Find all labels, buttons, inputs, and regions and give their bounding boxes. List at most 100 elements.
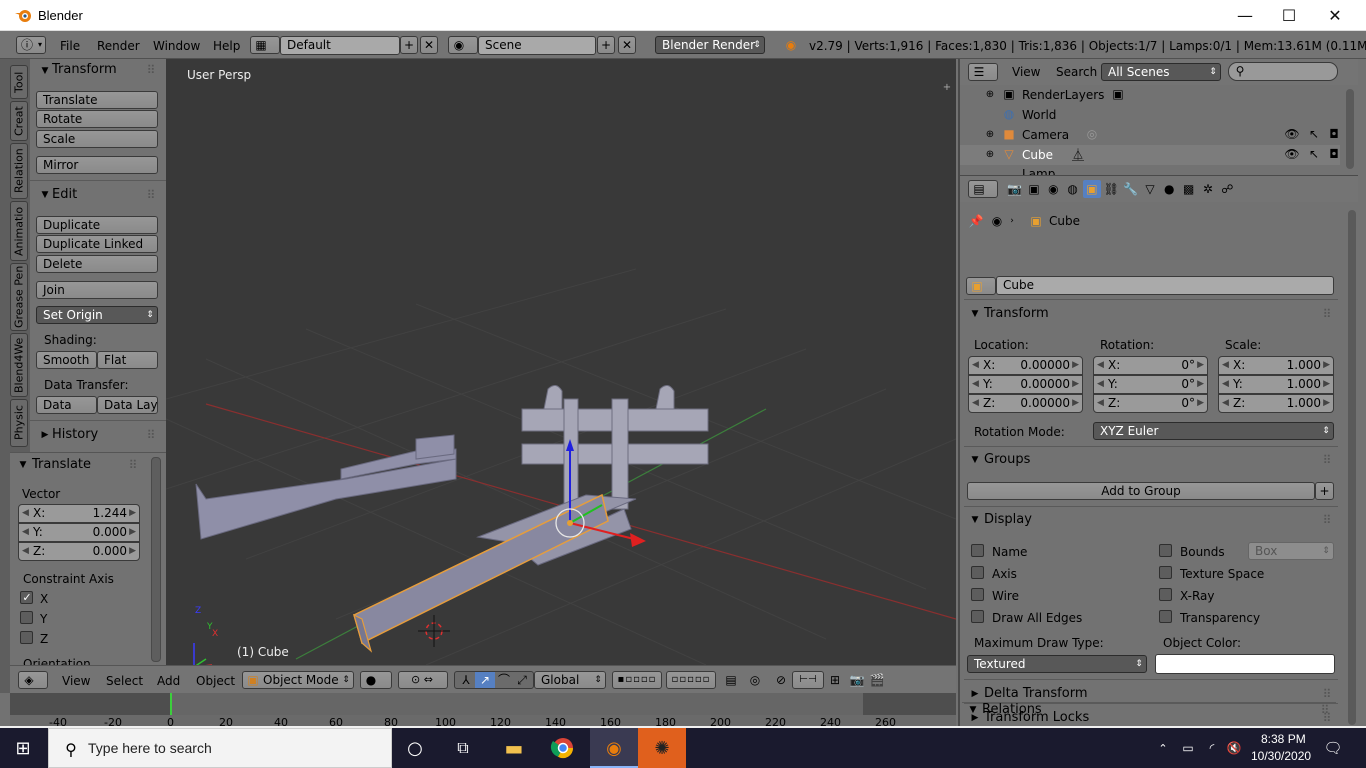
increment-arrow-icon[interactable]: ▶ xyxy=(1197,395,1204,412)
groups-panel-header[interactable]: Groups xyxy=(984,452,1030,467)
display-name-checkbox[interactable] xyxy=(971,544,984,557)
pivot-point-button[interactable]: ⊙ ⇔ xyxy=(398,671,448,689)
add-to-group-button[interactable]: Add to Group xyxy=(967,482,1315,500)
duplicate-button[interactable]: Duplicate xyxy=(36,216,158,234)
add-screen-button[interactable]: + xyxy=(400,36,418,54)
transform-orientation-dropdown[interactable]: Global ⇕ xyxy=(534,671,606,689)
file-explorer-icon[interactable]: ▬ xyxy=(500,736,528,760)
smooth-button[interactable]: Smooth xyxy=(36,351,97,369)
data-layout-button[interactable]: Data Layo xyxy=(97,396,158,414)
drag-handle-icon[interactable]: ⠿ xyxy=(144,63,158,77)
rotation-x-field[interactable]: ◀ X: 0° ▶ xyxy=(1093,356,1208,375)
render-camera-icon[interactable]: 📷 xyxy=(848,672,866,688)
taskbar-search-box[interactable]: ⚲ Type here to search xyxy=(48,728,392,768)
3d-cursor[interactable] xyxy=(418,615,450,647)
max-draw-type-dropdown[interactable]: Textured ⇕ xyxy=(967,655,1147,673)
operator-scrollbar[interactable] xyxy=(151,457,161,662)
chevron-up-icon[interactable]: ⌃ xyxy=(1156,740,1170,756)
volume-muted-icon[interactable]: 🔇 xyxy=(1226,740,1242,756)
rotation-z-field[interactable]: ◀ Z: 0° ▶ xyxy=(1093,394,1208,413)
set-origin-dropdown[interactable]: Set Origin ⇕ xyxy=(36,306,158,324)
display-transparency-checkbox[interactable] xyxy=(1159,610,1172,623)
constraint-y-checkbox[interactable] xyxy=(20,611,33,624)
object-datablock-button[interactable]: ▣ xyxy=(966,277,996,295)
increment-arrow-icon[interactable]: ▶ xyxy=(1072,357,1079,374)
join-button[interactable]: Join xyxy=(36,281,158,299)
selectability-cursor-icon[interactable]: ↖ xyxy=(1306,126,1322,142)
object-color-swatch[interactable] xyxy=(1155,654,1335,674)
expand-icon[interactable]: ⊕ xyxy=(984,127,996,141)
add-scene-button[interactable]: + xyxy=(597,36,615,54)
tab-grease-pencil[interactable]: Grease Pen xyxy=(10,263,28,331)
close-window-button[interactable]: ✕ xyxy=(1312,0,1358,31)
collapse-arrow-icon[interactable]: ▼ xyxy=(40,188,50,202)
editor-type-button[interactable]: ◈ xyxy=(18,671,48,689)
screen-layout-field[interactable]: Default xyxy=(280,36,400,55)
manipulator-buttons[interactable]: ⅄ ↗ ⌒ ⤢ xyxy=(454,671,534,689)
notifications-icon[interactable]: 🗨 xyxy=(1322,738,1344,758)
selectability-cursor-icon[interactable]: ↖ xyxy=(1306,146,1322,162)
increment-arrow-icon[interactable]: ▶ xyxy=(1072,395,1079,412)
transform-panel-header[interactable]: Transform xyxy=(52,62,117,77)
menu-render[interactable]: Render xyxy=(97,39,140,53)
display-texture-space-checkbox[interactable] xyxy=(1159,566,1172,579)
properties-toggle-icon[interactable]: + xyxy=(941,81,953,93)
3d-viewport[interactable]: User Persp (1) Cube Z Y X + xyxy=(166,59,956,665)
decrement-arrow-icon[interactable]: ◀ xyxy=(22,505,29,522)
collapse-arrow-icon[interactable]: ▼ xyxy=(40,64,50,78)
collapse-arrow-icon[interactable]: ▼ xyxy=(18,458,28,472)
modifiers-tab-icon[interactable]: 🔧 xyxy=(1122,180,1139,198)
proportional-edit-icon[interactable]: ◎ xyxy=(746,672,764,688)
expand-icon[interactable]: ⊕ xyxy=(984,147,996,161)
snap-element-button[interactable]: ⊢⊣ xyxy=(792,671,824,689)
constraints-tab-icon[interactable]: ⛓ xyxy=(1103,180,1120,198)
network-icon[interactable]: ◜ xyxy=(1204,740,1220,756)
maximize-button[interactable]: ☐ xyxy=(1266,0,1312,31)
scale-x-field[interactable]: ◀ X: 1.000 ▶ xyxy=(1218,356,1334,375)
operator-panel-header[interactable]: Translate xyxy=(32,457,91,472)
menu-select[interactable]: Select xyxy=(106,674,143,688)
outliner-menu-search[interactable]: Search xyxy=(1056,65,1097,79)
flat-button[interactable]: Flat xyxy=(97,351,158,369)
collapse-arrow-icon[interactable]: ▼ xyxy=(968,703,978,717)
translate-button[interactable]: Translate xyxy=(36,91,158,109)
render-engine-dropdown[interactable]: Blender Render ⇕ xyxy=(655,36,765,54)
display-wire-checkbox[interactable] xyxy=(971,588,984,601)
scale-button[interactable]: Scale xyxy=(36,130,158,148)
increment-arrow-icon[interactable]: ▶ xyxy=(1323,357,1330,374)
decrement-arrow-icon[interactable]: ◀ xyxy=(972,395,979,412)
menu-file[interactable]: File xyxy=(60,39,80,53)
object-name-field[interactable]: Cube xyxy=(996,276,1334,295)
lock-layers-icon[interactable]: ▤ xyxy=(722,672,740,688)
drag-handle-icon[interactable]: ⠿ xyxy=(1320,307,1334,321)
windows-start-icon[interactable]: ⊞ xyxy=(12,738,34,759)
snap-icon[interactable]: ⊘ xyxy=(772,672,790,688)
increment-arrow-icon[interactable]: ▶ xyxy=(1072,376,1079,393)
outliner-search-input[interactable]: ⚲ xyxy=(1228,62,1338,81)
vector-y-field[interactable]: ◀ Y: 0.000 ▶ xyxy=(18,523,140,542)
vector-z-field[interactable]: ◀ Z: 0.000 ▶ xyxy=(18,542,140,561)
rotation-y-field[interactable]: ◀ Y: 0° ▶ xyxy=(1093,375,1208,394)
particles-tab-icon[interactable]: ✲ xyxy=(1199,180,1216,198)
location-y-field[interactable]: ◀ Y: 0.00000 ▶ xyxy=(968,375,1083,394)
decrement-arrow-icon[interactable]: ◀ xyxy=(1097,376,1104,393)
duplicate-linked-button[interactable]: Duplicate Linked xyxy=(36,235,158,253)
editor-type-button[interactable]: ⓘ ▾ xyxy=(16,36,46,54)
bounds-type-dropdown[interactable]: Box ⇕ xyxy=(1248,542,1334,560)
tab-blend4web[interactable]: Blend4We xyxy=(10,333,28,397)
layers-grid-right[interactable]: ▫▫▫▫▫ xyxy=(666,671,716,689)
decrement-arrow-icon[interactable]: ◀ xyxy=(22,543,29,560)
increment-arrow-icon[interactable]: ▶ xyxy=(129,543,136,560)
decrement-arrow-icon[interactable]: ◀ xyxy=(22,524,29,541)
outliner-item-world[interactable]: World xyxy=(1022,108,1056,122)
add-group-button[interactable]: + xyxy=(1315,482,1334,500)
scene-field[interactable]: Scene xyxy=(478,36,596,55)
app-taskbar-button[interactable]: ✺ xyxy=(638,728,686,768)
taskbar-date[interactable]: 10/30/2020 xyxy=(1251,749,1311,763)
battery-icon[interactable]: ▭ xyxy=(1180,740,1196,756)
pin-icon[interactable]: 📌 xyxy=(968,213,984,229)
physics-tab-icon[interactable]: ☍ xyxy=(1219,180,1236,198)
drag-handle-icon[interactable]: ⠿ xyxy=(1320,453,1334,467)
relations-panel-header[interactable]: Relations xyxy=(982,702,1042,717)
renderability-icon[interactable]: ◘ xyxy=(1326,126,1342,142)
